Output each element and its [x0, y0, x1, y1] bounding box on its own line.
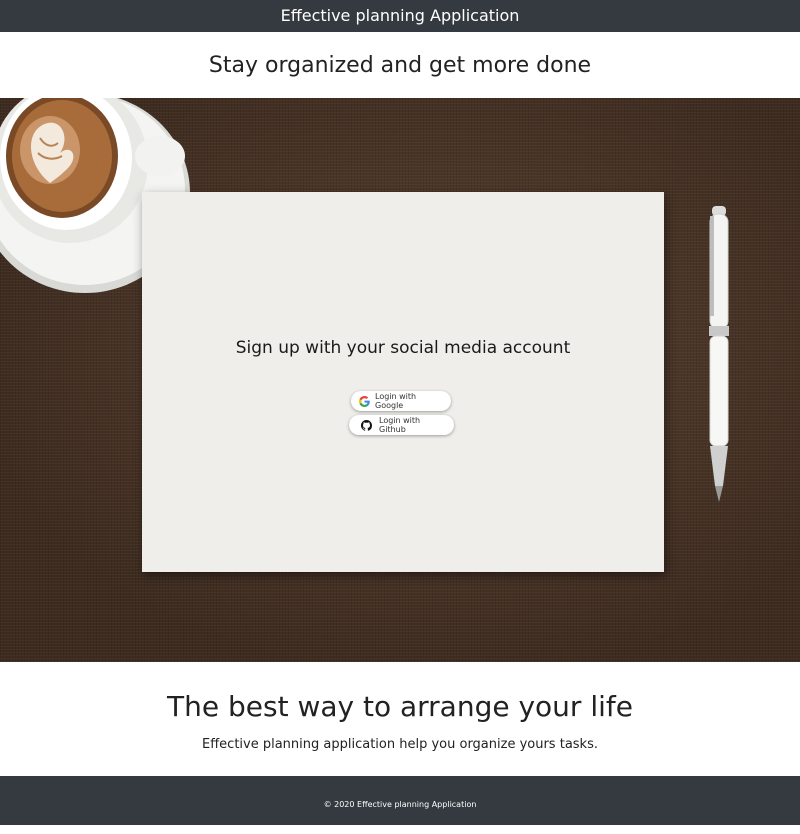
login-google-button[interactable]: Login with Google — [351, 391, 451, 411]
footer-copyright: © 2020 Effective planning Application — [323, 800, 477, 809]
footer: © 2020 Effective planning Application — [0, 776, 800, 825]
subtitle-band: Stay organized and get more done — [0, 32, 800, 98]
tagline-text: Effective planning application help you … — [202, 737, 598, 752]
login-github-label: Login with Github — [379, 416, 421, 434]
hero-section: Sign up with your social media account L… — [0, 98, 800, 662]
login-github-button[interactable]: Login with Github — [349, 415, 454, 435]
signup-card: Sign up with your social media account L… — [142, 192, 664, 572]
login-google-label: Login with Google — [375, 392, 417, 410]
github-logo-icon — [361, 419, 372, 431]
app-title: Effective planning Application — [280, 6, 520, 25]
tagline-heading: The best way to arrange your life — [167, 690, 633, 723]
page-subtitle: Stay organized and get more done — [208, 52, 592, 78]
app-title-bar: Effective planning Application — [0, 0, 800, 32]
signup-title: Sign up with your social media account — [235, 338, 571, 358]
pen-image — [709, 206, 729, 502]
google-logo-icon — [359, 395, 370, 407]
